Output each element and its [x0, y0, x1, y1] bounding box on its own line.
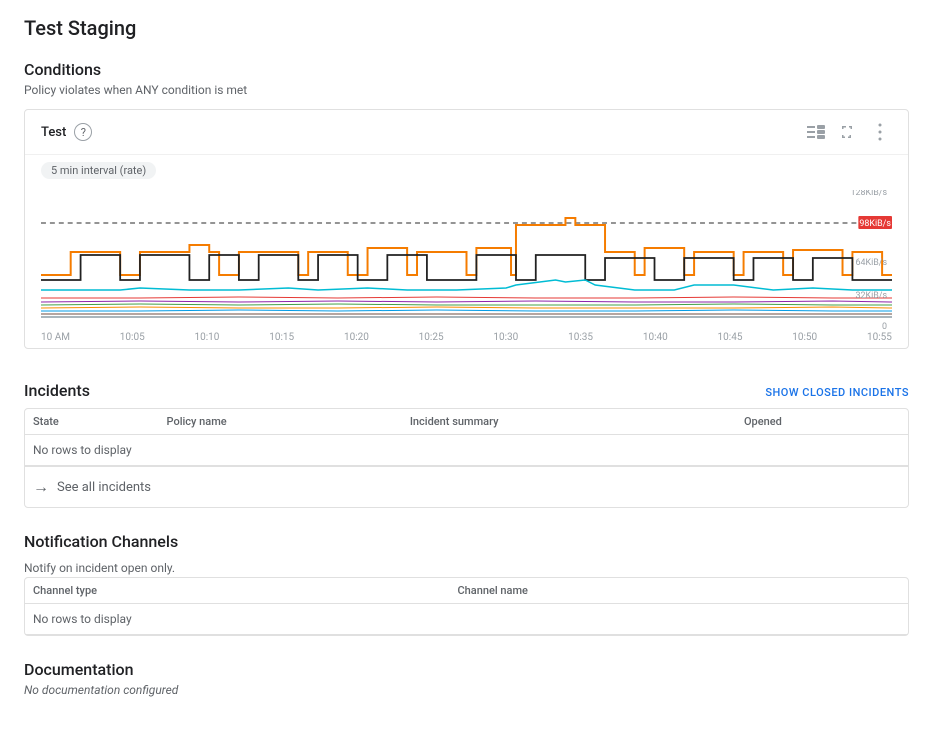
conditions-card: Test ? [24, 109, 909, 349]
documentation-section: Documentation No documentation configure… [24, 660, 909, 697]
notification-channels-section: Notification Channels Notify on incident… [24, 532, 909, 636]
card-header: Test ? [25, 110, 908, 155]
incidents-table: State Policy name Incident summary Opene… [25, 409, 908, 466]
conditions-section: Conditions Policy violates when ANY cond… [24, 60, 909, 349]
col-state: State [25, 409, 159, 435]
notification-channels-card: Channel type Channel name No rows to dis… [24, 577, 909, 636]
documentation-title: Documentation [24, 660, 909, 679]
no-rows-text-notif: No rows to display [25, 604, 908, 635]
more-options-icon[interactable] [868, 120, 892, 144]
arrow-right-icon: → [33, 477, 49, 497]
svg-text:98KiB/s: 98KiB/s [859, 219, 891, 229]
svg-text:32KiB/s: 32KiB/s [856, 291, 888, 301]
no-rows-row-notif: No rows to display [25, 604, 908, 635]
chart-area: 128KiB/s 64KiB/s 32KiB/s 0 98KiB/s 10 AM… [25, 178, 908, 348]
see-all-incidents-row[interactable]: → See all incidents [25, 467, 908, 507]
conditions-subtitle: Policy violates when ANY condition is me… [24, 83, 909, 97]
incidents-header: Incidents SHOW CLOSED INCIDENTS [24, 373, 909, 408]
incidents-title: Incidents [24, 381, 90, 400]
notification-channels-table: Channel type Channel name No rows to dis… [25, 578, 908, 635]
notify-subtitle: Notify on incident open only. [24, 555, 909, 577]
no-rows-row: No rows to display [25, 435, 908, 466]
page-title: Test Staging [24, 16, 909, 40]
svg-text:128KiB/s: 128KiB/s [851, 190, 888, 198]
show-closed-incidents-link[interactable]: SHOW CLOSED INCIDENTS [765, 386, 909, 399]
notification-channels-title: Notification Channels [24, 532, 909, 551]
col-channel-type: Channel type [25, 578, 450, 604]
col-channel-name: Channel name [450, 578, 909, 604]
col-opened: Opened [736, 409, 908, 435]
svg-text:64KiB/s: 64KiB/s [856, 258, 888, 268]
col-incident-summary: Incident summary [402, 409, 736, 435]
incidents-card: State Policy name Incident summary Opene… [24, 408, 909, 508]
legend-toggle-icon[interactable] [804, 120, 828, 144]
svg-text:0: 0 [882, 322, 887, 330]
documentation-subtitle: No documentation configured [24, 683, 909, 697]
interval-badge: 5 min interval (rate) [41, 162, 156, 179]
expand-icon[interactable] [836, 120, 860, 144]
chart-svg: 128KiB/s 64KiB/s 32KiB/s 0 98KiB/s [41, 190, 892, 330]
no-rows-text: No rows to display [25, 435, 908, 466]
conditions-title: Conditions [24, 60, 909, 79]
help-icon[interactable]: ? [74, 123, 92, 141]
card-title: Test [41, 125, 66, 140]
col-policy-name: Policy name [159, 409, 402, 435]
incidents-section: Incidents SHOW CLOSED INCIDENTS State Po… [24, 373, 909, 508]
see-all-label: See all incidents [57, 480, 151, 495]
chart-x-axis: 10 AM 10:05 10:10 10:15 10:20 10:25 10:3… [41, 330, 892, 348]
